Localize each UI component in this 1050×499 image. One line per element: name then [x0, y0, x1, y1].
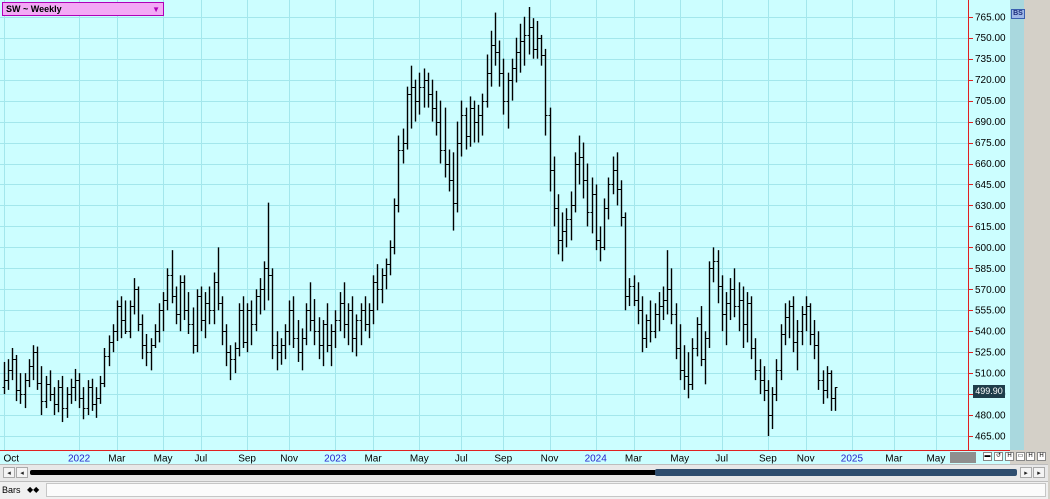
scroll-step-left-icon[interactable]: ◂ — [16, 467, 28, 478]
tool-button-1[interactable]: ▬ — [983, 452, 992, 461]
status-field — [46, 483, 1046, 497]
y-tick-label: 705.00 — [975, 96, 1006, 107]
time-axis-highlight — [950, 452, 976, 463]
y-tick-label: 720.00 — [975, 75, 1006, 86]
x-tick-label: Sep — [759, 454, 777, 465]
bs-indicator-badge[interactable]: BS — [1011, 9, 1025, 19]
time-scrollbar[interactable]: ◂ ◂ ▸ ▸ — [0, 464, 1048, 481]
y-tick-label: 600.00 — [975, 243, 1006, 254]
symbol-title: SW ~ Weekly — [6, 4, 62, 14]
scroll-thumb[interactable] — [655, 469, 1017, 476]
price-chart[interactable]: 465.00480.00495.00510.00525.00540.00555.… — [0, 0, 1050, 464]
y-tick-label: 675.00 — [975, 138, 1006, 149]
x-tick-label: May — [154, 454, 173, 465]
study-indicator-icon: ◆◆ — [27, 485, 40, 494]
x-tick-label: Mar — [108, 454, 126, 465]
x-tick-label: May — [410, 454, 429, 465]
y-tick-label: 510.00 — [975, 369, 1006, 380]
x-tick-label: May — [670, 454, 689, 465]
status-bar: Bars ◆◆ — [0, 481, 1048, 499]
x-tick-label: Sep — [494, 454, 512, 465]
tool-button-4[interactable]: ▭ — [1016, 452, 1025, 461]
y-tick-label: 630.00 — [975, 201, 1006, 212]
x-tick-label: Mar — [364, 454, 382, 465]
y-tick-label: 555.00 — [975, 306, 1006, 317]
x-tick-label: Oct — [4, 454, 20, 465]
y-tick-label: 645.00 — [975, 180, 1006, 191]
tool-button-2[interactable]: ↺ — [994, 452, 1003, 461]
y-tick-label: 465.00 — [975, 432, 1006, 443]
bars-tab-label: Bars — [2, 485, 21, 495]
x-tick-label: Mar — [885, 454, 903, 465]
x-tick-label: 2024 — [585, 454, 608, 465]
y-tick-label: 540.00 — [975, 327, 1006, 338]
x-tick-label: Nov — [541, 454, 559, 465]
x-tick-label: 2023 — [324, 454, 347, 465]
x-tick-label: Nov — [797, 454, 815, 465]
y-tick-label: 480.00 — [975, 411, 1006, 422]
y-tick-label: 750.00 — [975, 33, 1006, 44]
y-tick-label: 615.00 — [975, 222, 1006, 233]
tool-button-6[interactable]: H — [1037, 452, 1046, 461]
symbol-selector[interactable]: SW ~ Weekly ▼ — [2, 2, 164, 16]
x-tick-label: Jul — [195, 454, 208, 465]
scroll-right-icon[interactable]: ▸ — [1033, 467, 1045, 478]
y-tick-label: 690.00 — [975, 117, 1006, 128]
right-side-strip — [1010, 0, 1024, 450]
y-tick-label: 525.00 — [975, 348, 1006, 359]
y-tick-label: 660.00 — [975, 159, 1006, 170]
tool-button-3[interactable]: H — [1005, 452, 1014, 461]
x-tick-label: 2025 — [841, 454, 864, 465]
y-tick-label: 735.00 — [975, 54, 1006, 65]
scroll-step-right-icon[interactable]: ▸ — [1020, 467, 1032, 478]
x-tick-label: Jul — [455, 454, 468, 465]
x-tick-label: Mar — [625, 454, 643, 465]
x-tick-label: May — [926, 454, 945, 465]
x-tick-label: Sep — [238, 454, 256, 465]
y-tick-label: 585.00 — [975, 264, 1006, 275]
last-price-tag: 499.90 — [973, 385, 1005, 398]
x-tick-label: Jul — [715, 454, 728, 465]
y-tick-label: 570.00 — [975, 285, 1006, 296]
tool-button-5[interactable]: H — [1026, 452, 1035, 461]
x-tick-label: Nov — [280, 454, 298, 465]
dropdown-arrow-icon[interactable]: ▼ — [152, 4, 160, 16]
x-tick-label: 2022 — [68, 454, 91, 465]
scroll-left-icon[interactable]: ◂ — [3, 467, 15, 478]
y-tick-label: 765.00 — [975, 12, 1006, 23]
